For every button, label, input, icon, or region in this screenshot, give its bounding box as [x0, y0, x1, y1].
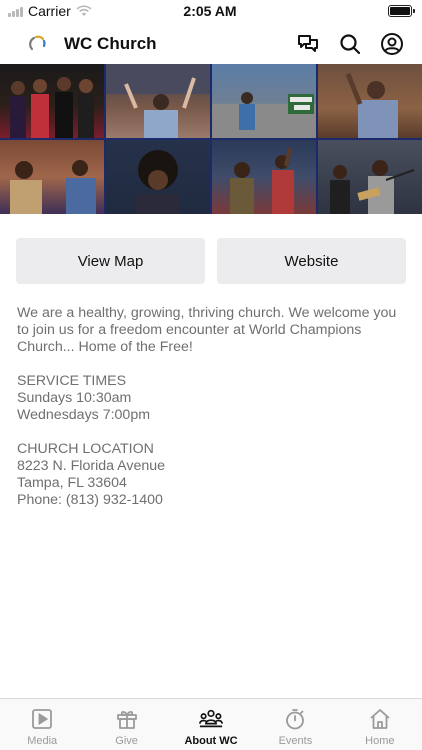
collage-photo: [0, 64, 104, 138]
address-line-2: Tampa, FL 33604: [17, 475, 127, 491]
tab-home[interactable]: Home: [338, 699, 422, 750]
service-times-heading: SERVICE TIMES: [17, 373, 127, 389]
collage-photo: [106, 140, 210, 214]
intro-text: We are a healthy, growing, thriving chur…: [17, 305, 397, 355]
tab-label: Events: [278, 735, 313, 747]
collage-photo: [318, 140, 422, 214]
action-buttons: View Map Website: [16, 238, 406, 284]
collage-photo: [212, 140, 316, 214]
status-bar: Carrier 2:05 AM: [0, 0, 422, 22]
collage-photo: [318, 64, 422, 138]
service-sunday: Sundays 10:30am: [17, 390, 132, 406]
signal-icon: [8, 6, 23, 17]
view-map-button[interactable]: View Map: [16, 238, 205, 284]
collage-photo: [106, 64, 210, 138]
page-title: WC Church: [64, 34, 157, 53]
search-icon[interactable]: [338, 32, 362, 56]
profile-icon[interactable]: [380, 32, 404, 56]
collage-photo: [212, 64, 316, 138]
service-wednesday: Wednesdays 7:00pm: [17, 407, 151, 423]
website-button[interactable]: Website: [217, 238, 406, 284]
church-logo: [29, 35, 46, 51]
address-line-1: 8223 N. Florida Avenue: [17, 458, 166, 474]
about-description: We are a healthy, growing, thriving chur…: [17, 305, 409, 526]
bottom-tab-bar: Media Give About WC Events Home: [0, 698, 422, 750]
tab-label: Give: [115, 735, 138, 747]
collage-photo: [0, 140, 104, 214]
battery-icon: [387, 5, 415, 17]
wifi-icon: [76, 5, 92, 16]
status-left: Carrier: [8, 3, 138, 19]
tab-label: Media: [27, 735, 58, 747]
church-location-heading: CHURCH LOCATION: [17, 441, 154, 457]
tab-label: About WC: [184, 735, 238, 747]
tab-events[interactable]: Events: [253, 699, 337, 750]
group-icon: [199, 707, 223, 731]
hero-photo-collage: [0, 64, 422, 214]
phone-number[interactable]: Phone: (813) 932-1400: [17, 492, 163, 508]
tab-about-wc[interactable]: About WC: [169, 699, 253, 750]
church-location-block: CHURCH LOCATION 8223 N. Florida Avenue T…: [17, 441, 409, 509]
tab-give[interactable]: Give: [84, 699, 168, 750]
carrier-label: Carrier: [28, 3, 71, 19]
media-play-icon: [30, 707, 54, 731]
gift-icon: [115, 707, 139, 731]
status-right: [282, 5, 415, 17]
tab-media[interactable]: Media: [0, 699, 84, 750]
home-icon: [368, 707, 392, 731]
nav-bar: WC Church: [0, 24, 422, 64]
status-time: 2:05 AM: [183, 3, 237, 19]
nav-actions: [296, 32, 404, 56]
stopwatch-icon: [283, 707, 307, 731]
chat-icon[interactable]: [296, 32, 320, 56]
tab-label: Home: [365, 735, 395, 747]
service-times-block: SERVICE TIMES Sundays 10:30am Wednesdays…: [17, 373, 409, 424]
